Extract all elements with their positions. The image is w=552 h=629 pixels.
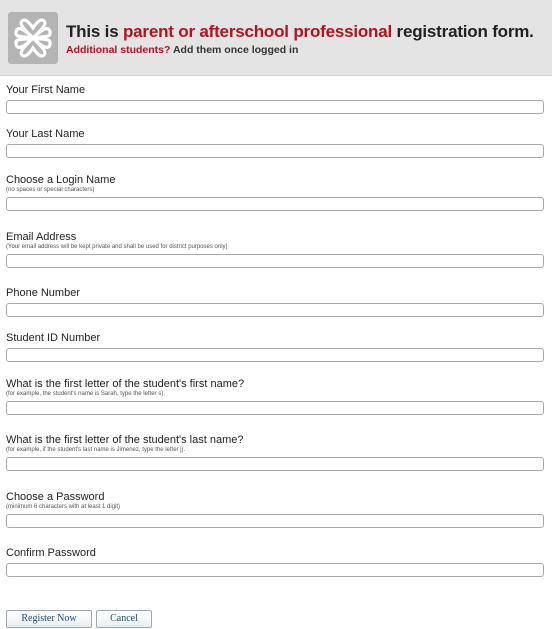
login-name-field: Choose a Login Name (no spaces or specia… (6, 174, 544, 211)
title-text-end: registration form. (392, 22, 534, 41)
email-hint: (Your email address will be kept private… (6, 244, 228, 250)
title-highlight: parent or afterschool professional (122, 22, 393, 41)
password-field: Choose a Password (minimum 6 characters … (6, 491, 544, 528)
form-actions: Register Now Cancel (6, 610, 156, 628)
subtitle-highlight: Additional students? (66, 44, 171, 56)
subtitle-text: Add them once logged in (170, 44, 299, 56)
confirm-password-field: Confirm Password (6, 547, 544, 577)
student-id-label: Student ID Number (6, 332, 101, 344)
last-name-field: Your Last Name (6, 128, 544, 158)
email-label: Email Address (6, 231, 77, 243)
last-name-input[interactable] (6, 144, 544, 158)
first-letter-last-label: What is the first letter of the student'… (6, 434, 244, 446)
first-name-label: Your First Name (6, 84, 86, 96)
last-name-label: Your Last Name (6, 128, 85, 140)
page-header: This is parent or afterschool profession… (0, 0, 552, 76)
confirm-password-input[interactable] (6, 563, 544, 577)
first-letter-first-input[interactable] (6, 401, 544, 415)
password-label: Choose a Password (6, 491, 105, 503)
phone-label: Phone Number (6, 287, 80, 299)
phone-input[interactable] (6, 303, 544, 317)
login-name-hint: (no spaces or special characters) (6, 187, 95, 193)
password-input[interactable] (6, 514, 544, 528)
first-letter-first-field: What is the first letter of the student'… (6, 378, 544, 415)
first-letter-last-field: What is the first letter of the student'… (6, 434, 544, 471)
register-now-button[interactable]: Register Now (6, 610, 92, 628)
page-subtitle: Additional students? Add them once logge… (66, 44, 298, 56)
cancel-button[interactable]: Cancel (96, 610, 152, 628)
first-name-field: Your First Name (6, 84, 544, 114)
interlocking-loops-icon (8, 12, 58, 64)
email-input[interactable] (6, 254, 544, 268)
password-hint: (minimum 6 characters with at least 1 di… (6, 504, 121, 510)
confirm-password-label: Confirm Password (6, 547, 96, 559)
first-name-input[interactable] (6, 100, 544, 114)
email-field: Email Address (Your email address will b… (6, 231, 544, 268)
student-id-input[interactable] (6, 348, 544, 362)
phone-field: Phone Number (6, 287, 544, 317)
first-letter-last-input[interactable] (6, 457, 544, 471)
login-name-input[interactable] (6, 197, 544, 211)
title-text-start: This is (66, 22, 123, 41)
first-letter-first-hint: (for example, the student's name is Sara… (6, 391, 165, 397)
login-name-label: Choose a Login Name (6, 174, 116, 186)
first-letter-first-label: What is the first letter of the student'… (6, 378, 245, 390)
student-id-field: Student ID Number (6, 332, 544, 362)
first-letter-last-hint: (for example, if the student's last name… (6, 447, 186, 453)
page-title: This is parent or afterschool profession… (66, 22, 534, 42)
